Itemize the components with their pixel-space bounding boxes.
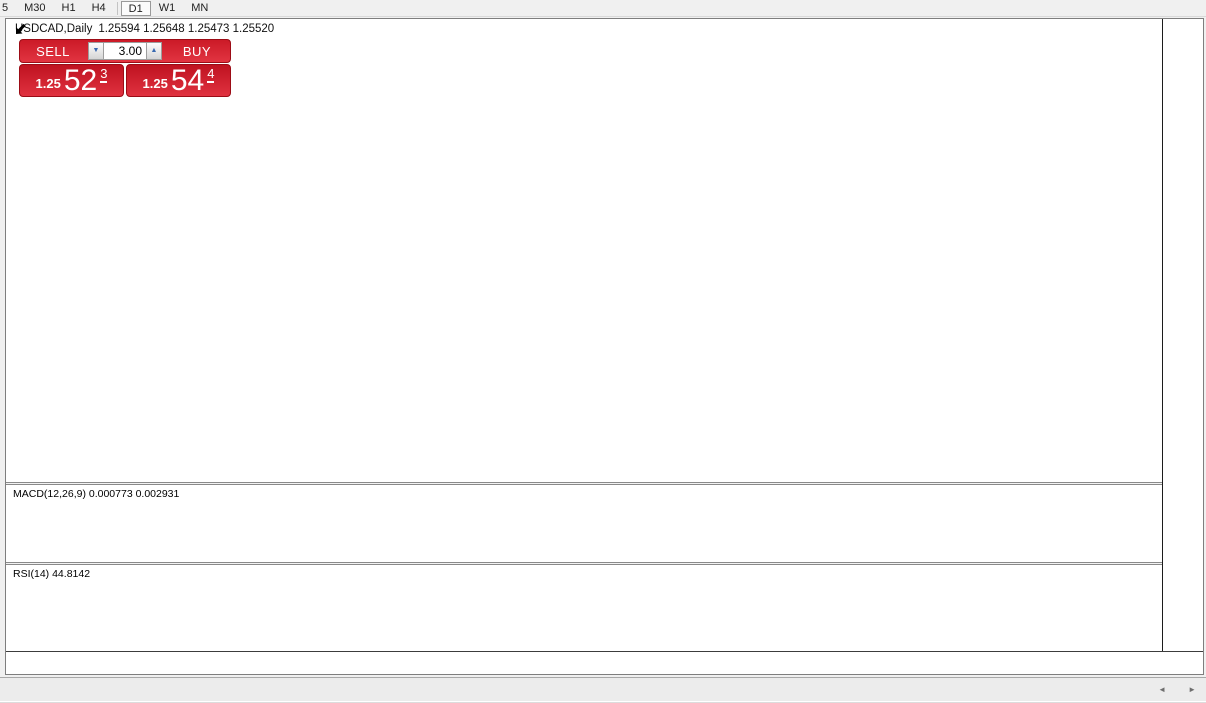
rsi-pane-canvas[interactable] (6, 565, 1162, 651)
pane-separator[interactable] (6, 562, 1203, 565)
buy-price-big: 54 (170, 64, 205, 97)
tab-scroll-right-icon[interactable]: ► (1188, 685, 1196, 694)
rsi-indicator-label: RSI(14) 44.8142 (13, 568, 91, 580)
sell-price-big: 52 (63, 64, 98, 97)
timeframe-button-h1[interactable]: H1 (54, 1, 84, 16)
chart-quote-ohlc: 1.25594 1.25648 1.25473 1.25520 (98, 23, 275, 35)
timeframe-button-w1[interactable]: W1 (151, 1, 184, 16)
tab-nav: ◄ ► (1158, 685, 1196, 694)
timeframe-button-5[interactable]: 5 (0, 1, 16, 16)
timeframe-button-d1[interactable]: D1 (120, 0, 151, 16)
timeframe-button-mn[interactable]: MN (183, 1, 216, 16)
sell-button[interactable]: SELL (20, 40, 86, 62)
macd-pane-canvas[interactable] (6, 485, 1162, 562)
chart-window: USDCAD,Daily 1.25594 1.25648 1.25473 1.2… (5, 18, 1204, 675)
chart-title: USDCAD,Daily 1.25594 1.25648 1.25473 1.2… (15, 23, 274, 35)
pane-separator[interactable] (6, 482, 1203, 485)
volume-input[interactable]: 3.00 (104, 42, 146, 60)
toolbar-separator (116, 1, 118, 15)
buy-price-pip: 4 (207, 66, 215, 83)
buy-button[interactable]: BUY (164, 40, 230, 62)
tab-scroll-left-icon[interactable]: ◄ (1158, 685, 1166, 694)
price-axis[interactable] (1162, 19, 1203, 651)
buy-price-main: 1.25 (142, 76, 168, 91)
timeframe-button-h4[interactable]: H4 (84, 1, 114, 16)
date-axis[interactable] (6, 651, 1203, 673)
chart-tab-bar: ◄ ► (0, 677, 1206, 701)
sell-price-pip: 3 (100, 66, 108, 83)
chart-arrow-icon (16, 23, 26, 34)
sell-price-main: 1.25 (35, 76, 61, 91)
trade-panel-top-row: SELL ▼ 3.00 ▲ BUY (19, 39, 231, 63)
trade-panel-price-row: 1.25 52 3 1.25 54 4 (19, 64, 231, 97)
buy-price-box[interactable]: 1.25 54 4 (126, 64, 231, 97)
one-click-trade-panel: SELL ▼ 3.00 ▲ BUY 1.25 52 3 1.25 54 4 (19, 39, 231, 97)
mt4-terminal: 5 M30 H1 H4 D1 W1 MN USDCAD,Daily 1.25594 1.25… (0, 0, 1206, 703)
volume-spinner: ▼ 3.00 ▲ (86, 40, 164, 62)
volume-increase-button[interactable]: ▲ (146, 42, 162, 60)
sell-price-box[interactable]: 1.25 52 3 (19, 64, 124, 97)
timeframe-toolbar: 5 M30 H1 H4 D1 W1 MN (0, 0, 1206, 17)
volume-decrease-button[interactable]: ▼ (88, 42, 104, 60)
timeframe-button-m30[interactable]: M30 (16, 1, 53, 16)
macd-indicator-label: MACD(12,26,9) 0.000773 0.002931 (13, 488, 180, 500)
